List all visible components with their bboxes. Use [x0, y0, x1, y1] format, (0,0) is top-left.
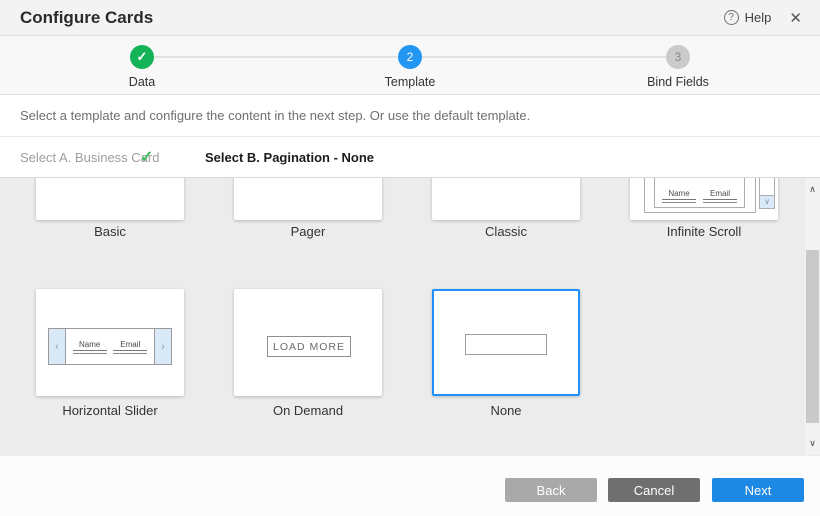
selection-bar: Select A. Business Card ✓ Select B. Pagi…	[0, 137, 820, 178]
step-number-badge: 3	[666, 45, 690, 69]
chevron-down-icon: ∨	[760, 195, 774, 208]
preview-field-email: Email	[703, 189, 737, 203]
template-card-pager[interactable]	[234, 178, 382, 220]
preview-mini-card: Name Email	[66, 329, 154, 364]
select-a-business-card[interactable]: Select A. Business Card	[20, 137, 159, 178]
infinite-scroll-preview: Name Email	[644, 178, 756, 213]
template-label: On Demand	[234, 403, 382, 418]
help-icon: ?	[724, 10, 739, 25]
cancel-button[interactable]: Cancel	[608, 478, 700, 502]
template-label: None	[432, 403, 580, 418]
template-card-infinite-scroll[interactable]: Name Email ∨	[630, 178, 778, 220]
chevron-right-icon: ›	[154, 329, 171, 364]
back-button[interactable]: Back	[505, 478, 597, 502]
select-b-pagination[interactable]: Select B. Pagination - None	[205, 137, 374, 178]
step-data[interactable]: ✓ Data	[82, 45, 202, 89]
configure-cards-dialog: Configure Cards ? Help ✕ ✓ Data 2 Templa…	[0, 0, 820, 516]
chevron-left-icon: ‹	[49, 329, 66, 364]
step-template[interactable]: 2 Template	[350, 45, 470, 89]
template-label: Infinite Scroll	[630, 224, 778, 239]
preview-field-name: Name	[662, 189, 696, 203]
dialog-footer: Back Cancel Next	[0, 455, 820, 516]
step-label: Template	[350, 75, 470, 89]
instruction-bar: Select a template and configure the cont…	[0, 95, 820, 137]
template-card-basic[interactable]	[36, 178, 184, 220]
scroll-down-icon[interactable]: ∨	[805, 436, 820, 451]
instruction-text: Select a template and configure the cont…	[20, 95, 530, 136]
template-card-horizontal-slider[interactable]: ‹ Name Email ›	[36, 289, 184, 396]
template-label: Basic	[36, 224, 184, 239]
page-title: Configure Cards	[20, 0, 153, 35]
load-more-preview-button: LOAD MORE	[267, 336, 351, 357]
template-card-none-selected[interactable]	[432, 289, 580, 396]
step-label: Bind Fields	[618, 75, 738, 89]
template-gallery: Basic Pager Classic Name Email ∨	[0, 178, 805, 455]
template-label: Classic	[432, 224, 580, 239]
help-button[interactable]: ? Help	[724, 10, 772, 25]
template-label: Pager	[234, 224, 382, 239]
step-bind-fields[interactable]: 3 Bind Fields	[618, 45, 738, 89]
wizard-stepper: ✓ Data 2 Template 3 Bind Fields	[0, 36, 820, 95]
preview-field-name: Name	[73, 340, 107, 354]
scrollbar-thumb[interactable]	[806, 250, 819, 423]
preview-mini-card: Name Email	[654, 178, 745, 208]
header-actions: ? Help ✕	[724, 0, 806, 35]
gallery-scrollbar[interactable]: ∧ ∨	[805, 178, 820, 455]
next-button[interactable]: Next	[712, 478, 804, 502]
step-complete-check-icon: ✓	[130, 45, 154, 69]
help-label: Help	[745, 10, 772, 25]
horizontal-slider-preview: ‹ Name Email ›	[48, 328, 172, 365]
template-label: Horizontal Slider	[36, 403, 184, 418]
dialog-header: Configure Cards ? Help ✕	[0, 0, 820, 36]
select-a-check-icon: ✓	[140, 137, 153, 178]
step-number-badge: 2	[398, 45, 422, 69]
preview-field-email: Email	[113, 340, 147, 354]
preview-scroll-strip: ∨	[759, 178, 775, 209]
scroll-up-icon[interactable]: ∧	[805, 182, 820, 197]
template-card-on-demand[interactable]: LOAD MORE	[234, 289, 382, 396]
step-label: Data	[82, 75, 202, 89]
close-icon[interactable]: ✕	[785, 7, 806, 29]
template-card-classic[interactable]	[432, 178, 580, 220]
none-preview-box	[465, 334, 547, 355]
